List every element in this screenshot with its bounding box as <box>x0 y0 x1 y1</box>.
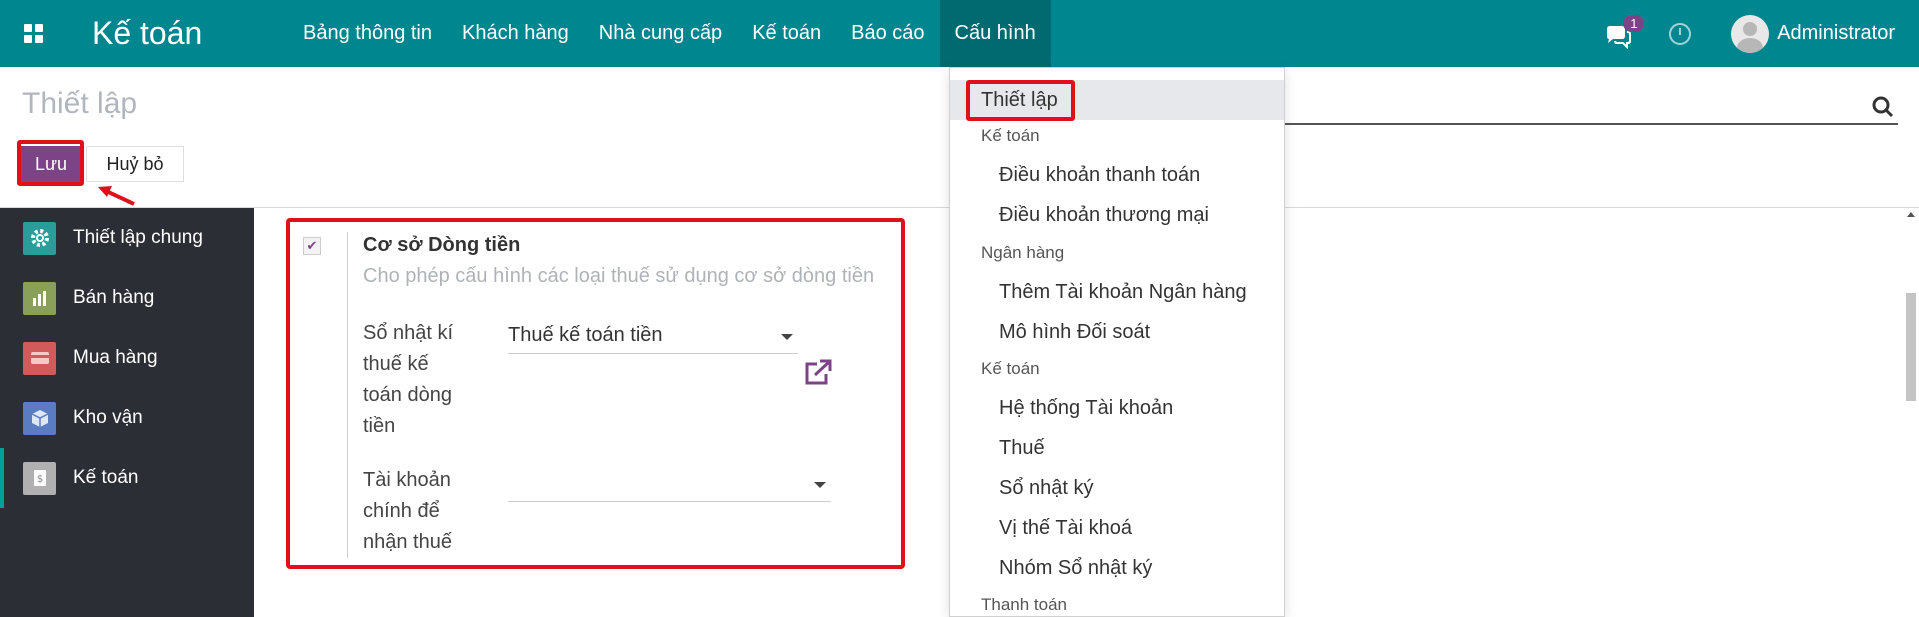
accounting-icon: $ <box>23 461 56 495</box>
purchase-icon <box>23 341 56 375</box>
save-highlight-box <box>17 140 84 186</box>
scrollbar[interactable] <box>1903 208 1919 617</box>
dropdown-section-header: Kế toán <box>981 126 1040 145</box>
dropdown-item-journals[interactable]: Sổ nhật ký <box>950 477 1284 500</box>
sidebar-item-accounting[interactable]: $ Kế toán <box>0 448 254 508</box>
chevron-down-icon[interactable] <box>781 334 793 340</box>
chat-badge: 1 <box>1623 14 1645 32</box>
inventory-icon <box>23 401 56 435</box>
dropdown-item-taxes[interactable]: Thuế <box>950 437 1284 460</box>
tax-base-account-label: Tài khoản chính để nhận thuế <box>363 469 452 553</box>
menu-vendors[interactable]: Nhà cung cấp <box>584 0 737 67</box>
top-menu: Bảng thông tin Khách hàng Nhà cung cấp K… <box>288 0 1051 67</box>
settings-sidebar: Thiết lập chung Bán hàng Mua hàng Kho vậ… <box>0 208 254 617</box>
cash-basis-journal-label: Sổ nhật kí thuế kế toán dòng tiền <box>363 322 454 437</box>
dropdown-item-incoterms[interactable]: Điều khoản thương mại <box>950 204 1284 227</box>
chat-icon[interactable]: 1 <box>1605 14 1645 49</box>
dropdown-section-header: Ngân hàng <box>981 243 1065 262</box>
sidebar-item-sales[interactable]: Bán hàng <box>0 268 254 328</box>
scrollbar-thumb[interactable] <box>1906 293 1916 401</box>
menu-customers[interactable]: Khách hàng <box>447 0 584 67</box>
chevron-down-icon[interactable] <box>814 482 826 488</box>
dropdown-item-payment-terms[interactable]: Điều khoản thanh toán <box>950 164 1284 187</box>
apps-menu-icon[interactable] <box>0 0 67 67</box>
sidebar-item-label: Bán hàng <box>73 287 155 308</box>
user-menu-name[interactable]: Administrator <box>1777 22 1895 45</box>
svg-text:$: $ <box>36 474 42 485</box>
sidebar-item-purchase[interactable]: Mua hàng <box>0 328 254 388</box>
search-input[interactable] <box>1284 123 1898 125</box>
dropdown-item-reconciliation-models[interactable]: Mô hình Đối soát <box>950 321 1284 344</box>
sidebar-item-label: Thiết lập chung <box>73 227 203 248</box>
top-navbar: Kế toán Bảng thông tin Khách hàng Nhà cu… <box>0 0 1919 67</box>
cash-basis-journal-value[interactable]: Thuế kế toán tiền <box>508 324 663 347</box>
red-arrow-annotation <box>98 186 135 206</box>
dropdown-item-chart-of-accounts[interactable]: Hệ thống Tài khoản <box>950 397 1284 420</box>
activity-clock-icon[interactable] <box>1669 22 1692 45</box>
cash-basis-checkbox[interactable]: ✔ <box>303 237 321 255</box>
menu-dashboard[interactable]: Bảng thông tin <box>288 0 447 67</box>
page-title: Thiết lập <box>22 87 138 120</box>
configuration-dropdown-menu: Thiết lập Kế toán Điều khoản thanh toán … <box>949 67 1285 617</box>
avatar[interactable] <box>1731 14 1770 53</box>
dropdown-section-header: Kế toán <box>981 359 1040 378</box>
gear-icon <box>23 221 56 255</box>
menu-accounting[interactable]: Kế toán <box>737 0 836 67</box>
sidebar-item-label: Mua hàng <box>73 347 158 368</box>
cancel-button[interactable]: Huỷ bỏ <box>86 146 184 182</box>
dropdown-item-add-bank-account[interactable]: Thêm Tài khoản Ngân hàng <box>950 281 1284 304</box>
setting-title: Cơ sở Dòng tiền <box>363 234 521 256</box>
search-icon[interactable] <box>1872 96 1894 118</box>
tax-base-account-select[interactable] <box>508 501 831 502</box>
dropdown-item-fiscal-positions[interactable]: Vị thế Tài khoá <box>950 517 1284 540</box>
settings-highlight-box <box>966 80 1075 121</box>
sidebar-item-general-settings[interactable]: Thiết lập chung <box>0 208 254 268</box>
sidebar-item-label: Kế toán <box>73 467 139 488</box>
menu-reporting[interactable]: Báo cáo <box>836 0 939 67</box>
external-link-icon[interactable] <box>803 359 833 387</box>
scroll-up-arrow-icon[interactable] <box>1907 212 1915 217</box>
sidebar-item-label: Kho vận <box>73 407 143 428</box>
app-brand[interactable]: Kế toán <box>92 15 288 52</box>
setting-divider <box>347 232 348 558</box>
cash-basis-journal-select[interactable] <box>508 353 798 354</box>
sidebar-item-inventory[interactable]: Kho vận <box>0 388 254 448</box>
menu-configuration[interactable]: Cấu hình <box>939 0 1051 67</box>
dropdown-item-journal-groups[interactable]: Nhóm Sổ nhật ký <box>950 557 1284 580</box>
setting-description: Cho phép cấu hình các loại thuế sử dụng … <box>363 265 875 287</box>
sales-icon <box>23 281 56 315</box>
dropdown-section-header: Thanh toán <box>981 595 1068 614</box>
